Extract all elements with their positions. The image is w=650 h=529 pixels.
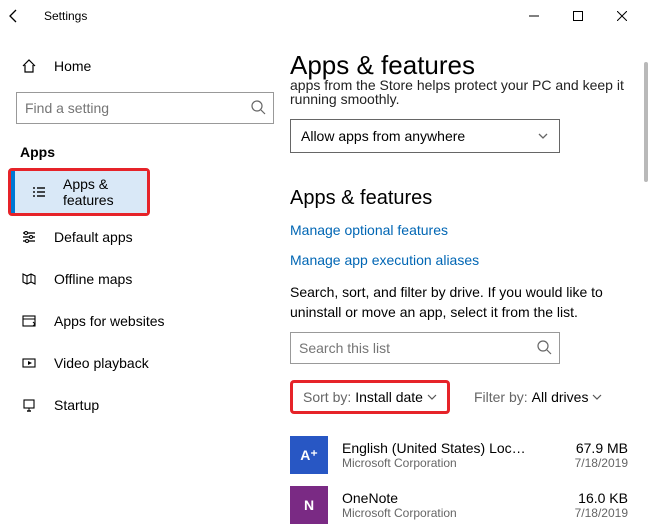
sidebar-item-startup[interactable]: Startup xyxy=(0,384,290,426)
app-row[interactable]: N OneNote Microsoft Corporation 16.0 KB … xyxy=(290,480,628,529)
scrollbar-thumb[interactable] xyxy=(644,62,648,182)
list-search[interactable] xyxy=(290,332,560,364)
map-icon xyxy=(20,271,38,287)
app-list: A⁺ English (United States) Local Exp... … xyxy=(290,430,628,529)
sidebar-item-default-apps[interactable]: Default apps xyxy=(0,216,290,258)
maximize-button[interactable] xyxy=(556,0,600,32)
list-description: Search, sort, and filter by drive. If yo… xyxy=(290,282,628,322)
app-icon: A⁺ xyxy=(290,436,328,474)
video-icon xyxy=(20,355,38,371)
link-execution-aliases[interactable]: Manage app execution aliases xyxy=(290,252,628,268)
sidebar-item-apps-features[interactable]: Apps & features xyxy=(11,171,147,213)
title-bar: Settings xyxy=(0,0,650,32)
sidebar-item-label: Apps for websites xyxy=(54,313,165,329)
app-icon: N xyxy=(290,486,328,524)
sidebar-search-input[interactable] xyxy=(16,92,274,124)
sidebar-section-title: Apps xyxy=(0,124,290,168)
app-date: 7/18/2019 xyxy=(575,506,628,520)
sidebar-home-label: Home xyxy=(54,58,91,74)
sidebar-item-label: Startup xyxy=(54,397,99,413)
app-publisher: Microsoft Corporation xyxy=(342,506,575,520)
startup-icon xyxy=(20,397,38,413)
clipped-paragraph: apps from the Store helps protect your P… xyxy=(290,77,628,107)
sort-value: Install date xyxy=(355,389,423,405)
sidebar-item-label: Offline maps xyxy=(54,271,132,287)
sort-by-dropdown[interactable]: Sort by: Install date xyxy=(290,380,450,414)
defaults-icon xyxy=(20,229,38,245)
link-optional-features[interactable]: Manage optional features xyxy=(290,222,628,238)
section-title: Apps & features xyxy=(290,187,628,210)
close-button[interactable] xyxy=(600,0,644,32)
list-search-input[interactable] xyxy=(290,332,560,364)
app-source-dropdown[interactable]: Allow apps from anywhere xyxy=(290,119,560,153)
sidebar-search[interactable] xyxy=(16,92,274,124)
app-name: English (United States) Local Exp... xyxy=(342,440,532,456)
dropdown-value: Allow apps from anywhere xyxy=(301,128,465,144)
highlight-apps-features: Apps & features xyxy=(8,168,150,216)
window-title: Settings xyxy=(44,9,87,23)
search-icon xyxy=(536,339,552,355)
filter-label: Filter by: xyxy=(474,389,528,405)
chevron-down-icon xyxy=(592,392,602,402)
websites-icon xyxy=(20,313,38,329)
list-icon xyxy=(31,184,47,200)
chevron-down-icon xyxy=(427,392,437,402)
filter-by-dropdown[interactable]: Filter by: All drives xyxy=(474,389,602,405)
app-size: 67.9 MB xyxy=(575,440,628,456)
sidebar-item-label: Video playback xyxy=(54,355,149,371)
sidebar-item-label: Default apps xyxy=(54,229,133,245)
back-button[interactable] xyxy=(6,8,34,24)
sidebar-item-apps-for-websites[interactable]: Apps for websites xyxy=(0,300,290,342)
app-date: 7/18/2019 xyxy=(575,456,628,470)
chevron-down-icon xyxy=(537,130,549,142)
sidebar-home[interactable]: Home xyxy=(0,46,290,86)
filter-row: Sort by: Install date Filter by: All dri… xyxy=(290,380,628,414)
sidebar-item-offline-maps[interactable]: Offline maps xyxy=(0,258,290,300)
sidebar-item-video-playback[interactable]: Video playback xyxy=(0,342,290,384)
content-pane: Apps & features apps from the Store help… xyxy=(290,32,650,529)
app-size: 16.0 KB xyxy=(575,490,628,506)
app-publisher: Microsoft Corporation xyxy=(342,456,575,470)
sidebar: Home Apps Apps & features Default apps xyxy=(0,32,290,529)
home-icon xyxy=(20,58,38,74)
minimize-button[interactable] xyxy=(512,0,556,32)
app-row[interactable]: A⁺ English (United States) Local Exp... … xyxy=(290,430,628,480)
app-name: OneNote xyxy=(342,490,532,506)
sidebar-item-label: Apps & features xyxy=(63,176,147,208)
search-icon xyxy=(250,99,266,115)
sort-label: Sort by: xyxy=(303,389,351,405)
filter-value: All drives xyxy=(532,389,589,405)
